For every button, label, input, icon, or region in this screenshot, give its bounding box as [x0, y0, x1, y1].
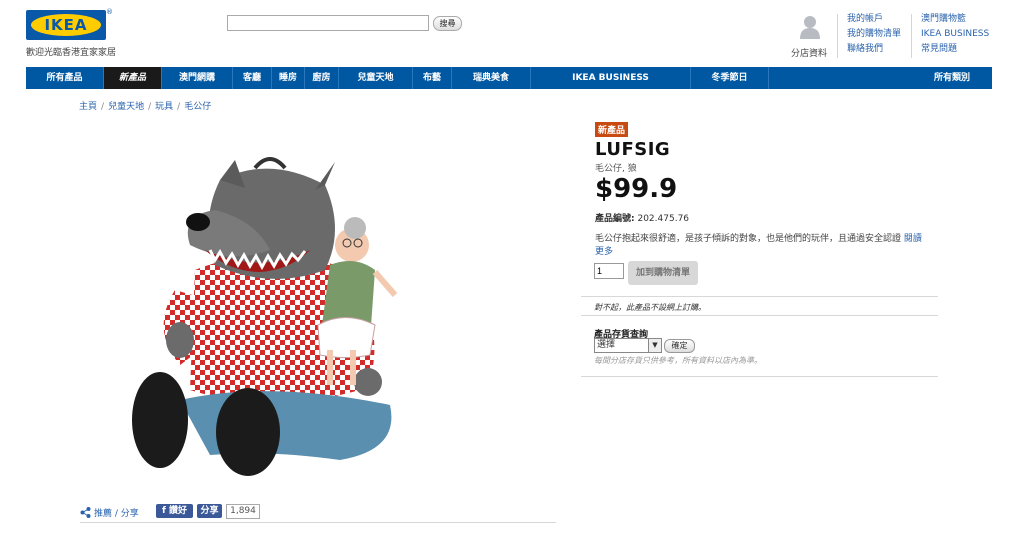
divider [581, 315, 938, 316]
share-count: 1,894 [226, 504, 260, 519]
nav-living-room[interactable]: 客廳 [233, 67, 272, 89]
store-info-link[interactable]: 分店資料 [791, 46, 827, 59]
article-number-label: 產品編號: [595, 214, 635, 224]
nav-all-products[interactable]: 所有產品 [26, 67, 104, 89]
faq-link[interactable]: 常見問題 [921, 42, 989, 57]
facebook-like-button[interactable]: f 讚好 [156, 504, 193, 518]
share-label: 推薦 / 分享 [94, 509, 139, 519]
account-links: 我的帳戶 我的購物清單 聯絡我們 [847, 12, 901, 57]
nav-macau-online[interactable]: 澳門網購 [162, 67, 233, 89]
nav-winter-holiday[interactable]: 冬季節日 [691, 67, 769, 89]
breadcrumb-toys[interactable]: 玩具 [155, 102, 173, 112]
main-nav: 所有產品 新產品 澳門網購 客廳 睡房 廚房 兒童天地 布藝 瑞典美食 IKEA… [26, 67, 992, 89]
stock-disclaimer: 每間分店存貨只供參考，所有資料以店內為準。 [594, 356, 762, 365]
product-price: $99.9 [595, 174, 678, 204]
ikea-logo[interactable]: IKEA ® [26, 8, 113, 40]
header-divider [837, 14, 838, 58]
logo-registered-mark: ® [106, 8, 113, 16]
macau-cart-link[interactable]: 澳門購物籃 [921, 12, 989, 27]
header-divider [911, 14, 912, 58]
breadcrumb: 主頁 / 兒童天地 / 玩具 / 毛公仔 [79, 102, 212, 112]
nav-kitchen[interactable]: 廚房 [305, 67, 339, 89]
nav-ikea-business[interactable]: IKEA BUSINESS [531, 67, 691, 89]
nav-all-categories[interactable]: 所有類別 [769, 67, 992, 89]
nav-swedish-food[interactable]: 瑞典美食 [452, 67, 531, 89]
new-product-badge: 新產品 [595, 122, 629, 137]
shopping-list-link[interactable]: 我的購物清單 [847, 27, 901, 42]
contact-us-link[interactable]: 聯絡我們 [847, 42, 901, 57]
nav-bedroom[interactable]: 睡房 [272, 67, 305, 89]
product-name: LUFSIG [595, 139, 671, 160]
store-person-icon[interactable] [800, 15, 820, 39]
like-label: 讚好 [169, 506, 188, 516]
nav-new-products[interactable]: 新產品 [104, 67, 162, 89]
divider [581, 376, 938, 377]
confirm-button[interactable]: 確定 [664, 339, 695, 353]
nav-textiles[interactable]: 布藝 [413, 67, 452, 89]
product-description: 毛公仔抱起來很舒適，是孩子傾訴的對象，也是他們的玩伴，且通過安全認證 閱讀更多 [595, 233, 925, 259]
search-button[interactable]: 搜尋 [433, 16, 462, 31]
divider [80, 522, 556, 523]
not-online-notice: 對不起，此產品不設網上訂購。 [594, 303, 706, 312]
add-to-list-button[interactable]: 加到購物清單 [628, 261, 698, 285]
breadcrumb-soft-toys[interactable]: 毛公仔 [184, 102, 211, 112]
breadcrumb-children[interactable]: 兒童天地 [108, 102, 144, 112]
service-links: 澳門購物籃 IKEA BUSINESS 常見問題 [921, 12, 989, 57]
article-number-value: 202.475.76 [637, 214, 690, 224]
store-select[interactable]: 選擇 ▼ [594, 338, 662, 353]
divider [581, 296, 938, 297]
breadcrumb-home[interactable]: 主頁 [79, 102, 97, 112]
share-link[interactable]: 推薦 / 分享 [80, 506, 139, 519]
tagline: 歡迎光臨香港宜家家居 [26, 48, 117, 58]
description-text: 毛公仔抱起來很舒適，是孩子傾訴的對象，也是他們的玩伴，且通過安全認證 [595, 234, 902, 244]
ikea-business-link[interactable]: IKEA BUSINESS [921, 27, 989, 42]
store-select-value: 選擇 [597, 340, 616, 350]
my-account-link[interactable]: 我的帳戶 [847, 12, 901, 27]
article-number: 產品編號: 202.475.76 [595, 211, 689, 224]
facebook-share-button[interactable]: 分享 [197, 504, 222, 518]
quantity-input[interactable] [594, 263, 624, 279]
share-icon [80, 507, 91, 518]
nav-children[interactable]: 兒童天地 [339, 67, 413, 89]
logo-text: IKEA [44, 16, 88, 34]
dropdown-arrow-icon[interactable]: ▼ [648, 339, 661, 352]
product-image[interactable] [120, 150, 410, 480]
product-type: 毛公仔, 狼 [595, 164, 637, 174]
search-input[interactable] [227, 15, 429, 31]
facebook-icon: f [161, 506, 166, 516]
